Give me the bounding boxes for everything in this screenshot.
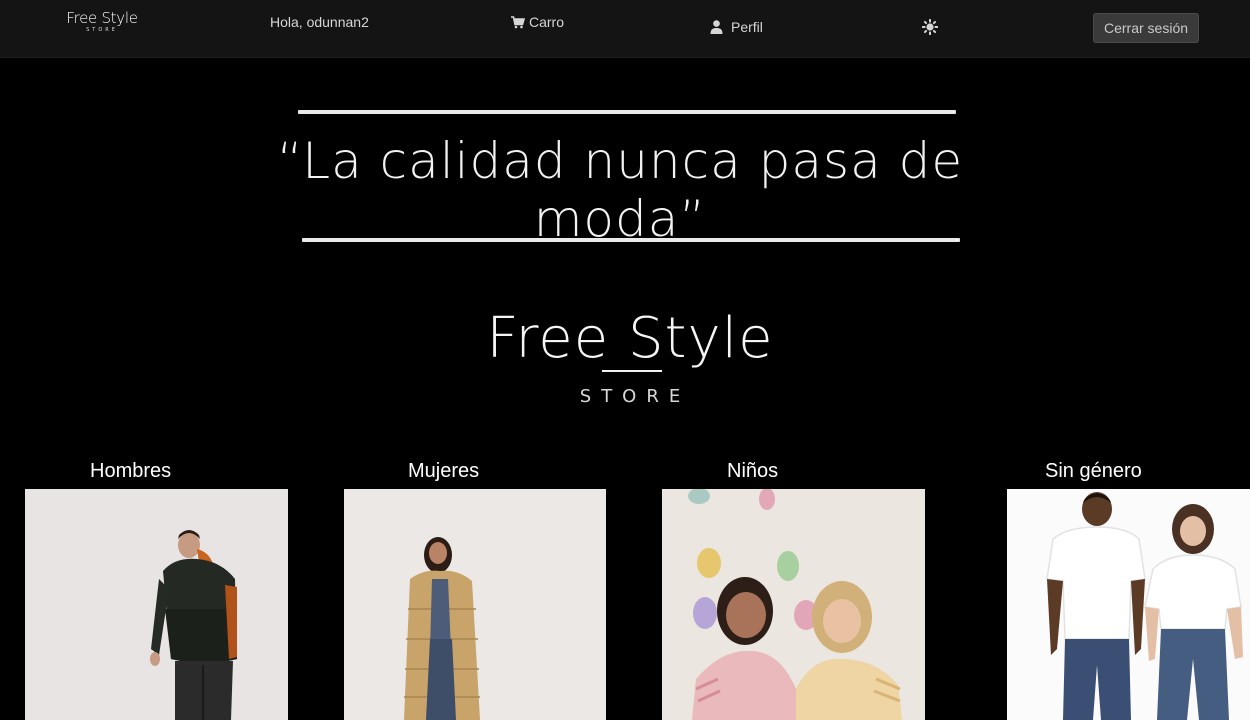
brand-logo-subtext: STORE: [86, 27, 118, 33]
sun-icon: [922, 19, 938, 35]
user-icon: [710, 20, 723, 34]
hero-logo-underline: [602, 370, 662, 372]
hero-logo-text: Free Style: [486, 306, 774, 371]
category-image-sin-genero[interactable]: [1007, 489, 1250, 720]
greeting-text: Hola, odunnan2: [270, 14, 369, 30]
category-image-ninos[interactable]: [662, 489, 925, 720]
cart-label: Carro: [529, 14, 565, 30]
category-title-ninos[interactable]: Niños: [727, 460, 778, 483]
hero-divider-top: [298, 110, 956, 114]
logout-button[interactable]: Cerrar sesión: [1093, 13, 1199, 43]
profile-link[interactable]: Perfil: [710, 19, 763, 35]
hero-logo: Free Style STORE: [480, 302, 780, 407]
category-image-hombres[interactable]: [25, 489, 288, 720]
category-title-sin-genero[interactable]: Sin género: [1045, 460, 1142, 483]
category-title-mujeres[interactable]: Mujeres: [408, 460, 479, 483]
hero-divider-bottom: [302, 238, 960, 242]
hero-logo-subtext: STORE: [579, 386, 691, 407]
hero-quote: “La calidad nunca pasa de moda”: [276, 132, 964, 248]
profile-label: Perfil: [731, 19, 763, 35]
category-image-mujeres[interactable]: [344, 489, 606, 720]
cart-icon: [511, 15, 525, 29]
theme-toggle[interactable]: [922, 19, 938, 35]
category-title-hombres[interactable]: Hombres: [90, 460, 171, 483]
navbar: Free Style STORE Hola, odunnan2 Carro Pe…: [0, 0, 1250, 58]
brand-logo[interactable]: Free Style STORE: [66, 10, 138, 40]
brand-logo-text: Free Style: [66, 9, 138, 27]
cart-link[interactable]: Carro: [511, 14, 564, 30]
